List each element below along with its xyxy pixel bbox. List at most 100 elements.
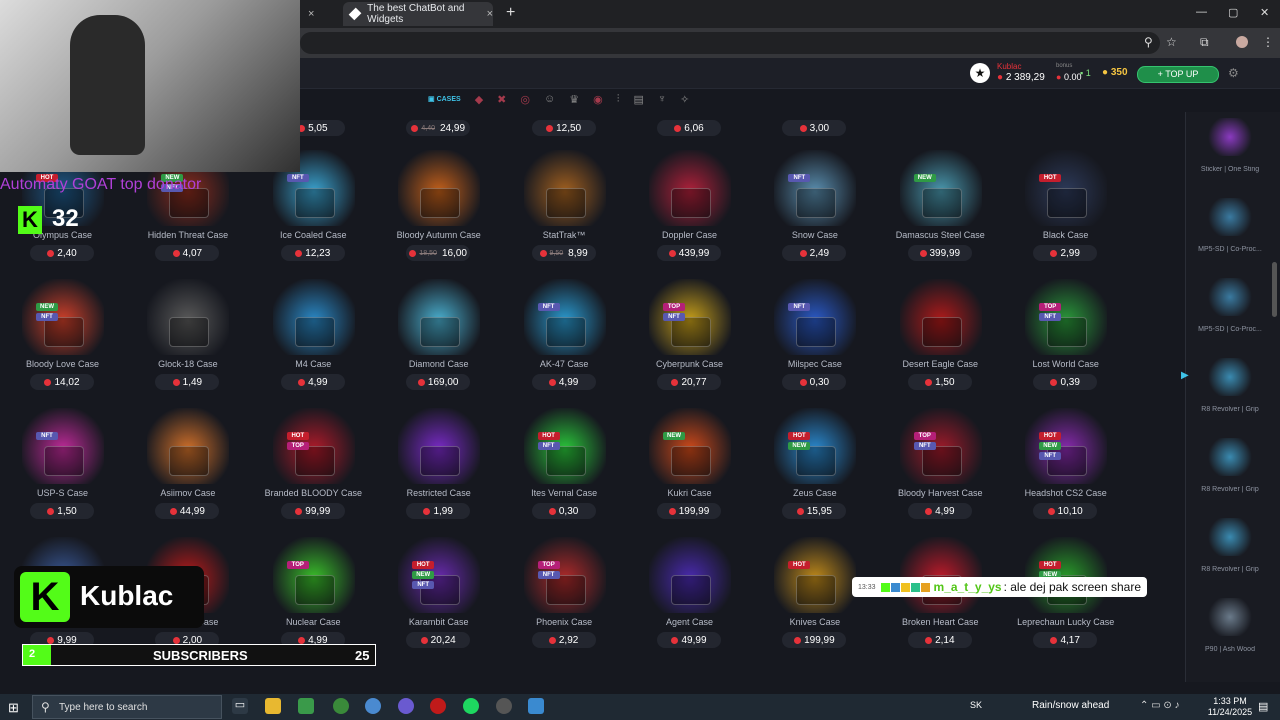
minimize-icon[interactable]: —	[1196, 6, 1207, 18]
case-card[interactable]: Asiimov Case 44,99	[125, 408, 250, 536]
opera-icon[interactable]	[430, 698, 446, 714]
case-badge: NFT	[412, 581, 435, 589]
sidebar-drop-item[interactable]: R8 Revolver | Grip	[1186, 352, 1274, 432]
weather-widget[interactable]: Rain/snow ahead	[1032, 700, 1109, 711]
extensions-icon[interactable]: ⧉	[1200, 35, 1209, 50]
case-card[interactable]: Desert Eagle Case 1,50	[878, 279, 1003, 407]
sidebar-drop-item[interactable]: R8 Revolver | Grip	[1186, 432, 1274, 512]
case-card[interactable]: HOT TOP Branded BLOODY Case 99,99	[251, 408, 376, 536]
category-icon[interactable]: ▤	[633, 93, 643, 106]
zoom-icon[interactable]: ⚲	[1144, 35, 1153, 49]
taskbar-search[interactable]: ⚲ Type here to search	[32, 695, 222, 719]
case-card[interactable]: TOP NFT Phoenix Case 2,92	[502, 537, 627, 665]
case-badge: HOT	[788, 432, 811, 440]
case-card[interactable]: HOT NFT Ites Vernal Case 0,30	[502, 408, 627, 536]
case-card[interactable]: HOT NEW NFT Karambit Case 20,24	[376, 537, 501, 665]
case-card[interactable]: NEW Damascus Steel Case 399,99	[878, 150, 1003, 278]
task-view-icon[interactable]: ▭	[232, 698, 248, 714]
browser-tab-inactive[interactable]: ×	[300, 2, 340, 26]
sidebar-drop-item[interactable]: Sticker | One Sting	[1186, 112, 1274, 192]
case-card[interactable]: TOP NFT Cyberpunk Case 20,77	[627, 279, 752, 407]
case-card[interactable]: Diamond Case 169,00	[376, 279, 501, 407]
category-icon[interactable]: ✧	[680, 93, 689, 106]
close-window-icon[interactable]: ✕	[1260, 6, 1269, 19]
sidebar-toggle-icon[interactable]: ▶	[1181, 370, 1189, 381]
case-card[interactable]: Agent Case 49,99	[627, 537, 752, 665]
case-card[interactable]: Glock-18 Case 1,49	[125, 279, 250, 407]
language-indicator[interactable]: SK	[970, 700, 982, 710]
coin-icon	[420, 636, 428, 644]
store-icon[interactable]	[298, 698, 314, 714]
category-icon[interactable]: ◎	[520, 93, 530, 106]
obs-icon[interactable]	[496, 698, 512, 714]
case-name: Damascus Steel Case	[895, 230, 985, 240]
cases-tab[interactable]: ▣ CASES	[428, 95, 461, 103]
price-value: 2,99	[1060, 247, 1080, 259]
category-icon[interactable]: ⫶	[617, 93, 620, 106]
case-card[interactable]: StatTrak™ 9,50 8,99	[502, 150, 627, 278]
case-image	[774, 408, 857, 484]
tab-close-icon[interactable]: ×	[308, 8, 314, 20]
case-card[interactable]: Doppler Case 439,99	[627, 150, 752, 278]
clock-date[interactable]: 11/24/2025	[1202, 707, 1258, 717]
system-tray[interactable]: ⌃ ▭ ⊙ ♪	[1140, 700, 1180, 711]
windows-start-icon[interactable]: ⊞	[8, 700, 19, 716]
bookmark-star-icon[interactable]: ☆	[1166, 35, 1177, 49]
file-explorer-icon[interactable]	[265, 698, 281, 714]
price-value: 4,17	[1060, 634, 1080, 646]
case-card[interactable]: Broken Heart Case 2,14	[878, 537, 1003, 665]
category-icon[interactable]: ☺	[544, 93, 555, 105]
case-card[interactable]: Bloody Autumn Case 18,50 16,00	[376, 150, 501, 278]
profile-avatar-icon[interactable]	[1236, 36, 1248, 48]
case-card[interactable]: HOT NEW NFT Headshot CS2 Case 10,10	[1003, 408, 1128, 536]
case-name: AK-47 Case	[539, 359, 589, 369]
maximize-icon[interactable]: ▢	[1228, 6, 1238, 19]
topup-button[interactable]: + TOP UP	[1137, 66, 1219, 83]
omnibox[interactable]	[300, 32, 1160, 54]
emote-icon	[880, 582, 890, 592]
sidebar-drop-item[interactable]: MP5-SD | Co-Proc...	[1186, 272, 1274, 352]
discord-icon[interactable]	[398, 698, 414, 714]
case-card[interactable]: NFT Snow Case 2,49	[752, 150, 877, 278]
sidebar-drop-item[interactable]: P90 | Ash Wood	[1186, 592, 1274, 672]
username[interactable]: Kublac	[997, 62, 1021, 71]
case-card[interactable]: NFT AK-47 Case 4,99	[502, 279, 627, 407]
case-card[interactable]: NFT USP-S Case 1,50	[0, 408, 125, 536]
category-icon[interactable]: ◆	[475, 93, 483, 106]
case-name: Bloody Autumn Case	[396, 230, 481, 240]
cup-icon[interactable]: ♆	[658, 93, 666, 105]
new-tab-icon[interactable]: +	[506, 4, 515, 22]
case-price: 99,99	[280, 503, 345, 519]
case-image	[22, 408, 104, 484]
chrome-icon[interactable]	[365, 698, 381, 714]
category-icon[interactable]: ✖	[497, 93, 506, 106]
case-card[interactable]: NEW NFT Bloody Love Case 14,02	[0, 279, 125, 407]
case-card[interactable]: HOT NEW Leprechaun Lucky Case 4,17	[1003, 537, 1128, 665]
clock-time[interactable]: 1:33 PM	[1208, 696, 1252, 706]
settings-icon[interactable]: ⚙	[1228, 66, 1239, 80]
case-card[interactable]: NEW Kukri Case 199,99	[627, 408, 752, 536]
sidebar-drop-item[interactable]: MP5-SD | Co-Proc...	[1186, 192, 1274, 272]
browser-tab-active[interactable]: The best ChatBot and Widgets ×	[343, 2, 493, 26]
tab-close-icon[interactable]: ×	[487, 8, 493, 20]
case-price: 1,50	[907, 374, 972, 390]
xbox-icon[interactable]	[333, 698, 349, 714]
category-icon[interactable]: ◉	[593, 93, 603, 106]
case-card[interactable]: M4 Case 4,99	[251, 279, 376, 407]
case-card[interactable]: TOP NFT Bloody Harvest Case 4,99	[878, 408, 1003, 536]
case-card[interactable]: Restricted Case 1,99	[376, 408, 501, 536]
case-card[interactable]: TOP NFT Lost World Case 0,39	[1003, 279, 1128, 407]
user-avatar[interactable]: ★	[970, 63, 990, 83]
case-card[interactable]: HOT Knives Case 199,99	[752, 537, 877, 665]
sidebar-drop-item[interactable]: R8 Revolver | Grip	[1186, 512, 1274, 592]
coin-icon	[298, 636, 306, 644]
app-icon[interactable]	[528, 698, 544, 714]
trophy-icon[interactable]: ♛	[569, 93, 579, 106]
case-card[interactable]: HOT Black Case 2,99	[1003, 150, 1128, 278]
spotify-icon[interactable]	[463, 698, 479, 714]
notification-icon[interactable]: ▤	[1258, 700, 1268, 713]
scrollbar-thumb[interactable]	[1272, 262, 1277, 317]
case-card[interactable]: HOT NEW Zeus Case 15,95	[752, 408, 877, 536]
menu-dots-icon[interactable]: ⋮	[1262, 35, 1274, 49]
case-card[interactable]: NFT Milspec Case 0,30	[752, 279, 877, 407]
